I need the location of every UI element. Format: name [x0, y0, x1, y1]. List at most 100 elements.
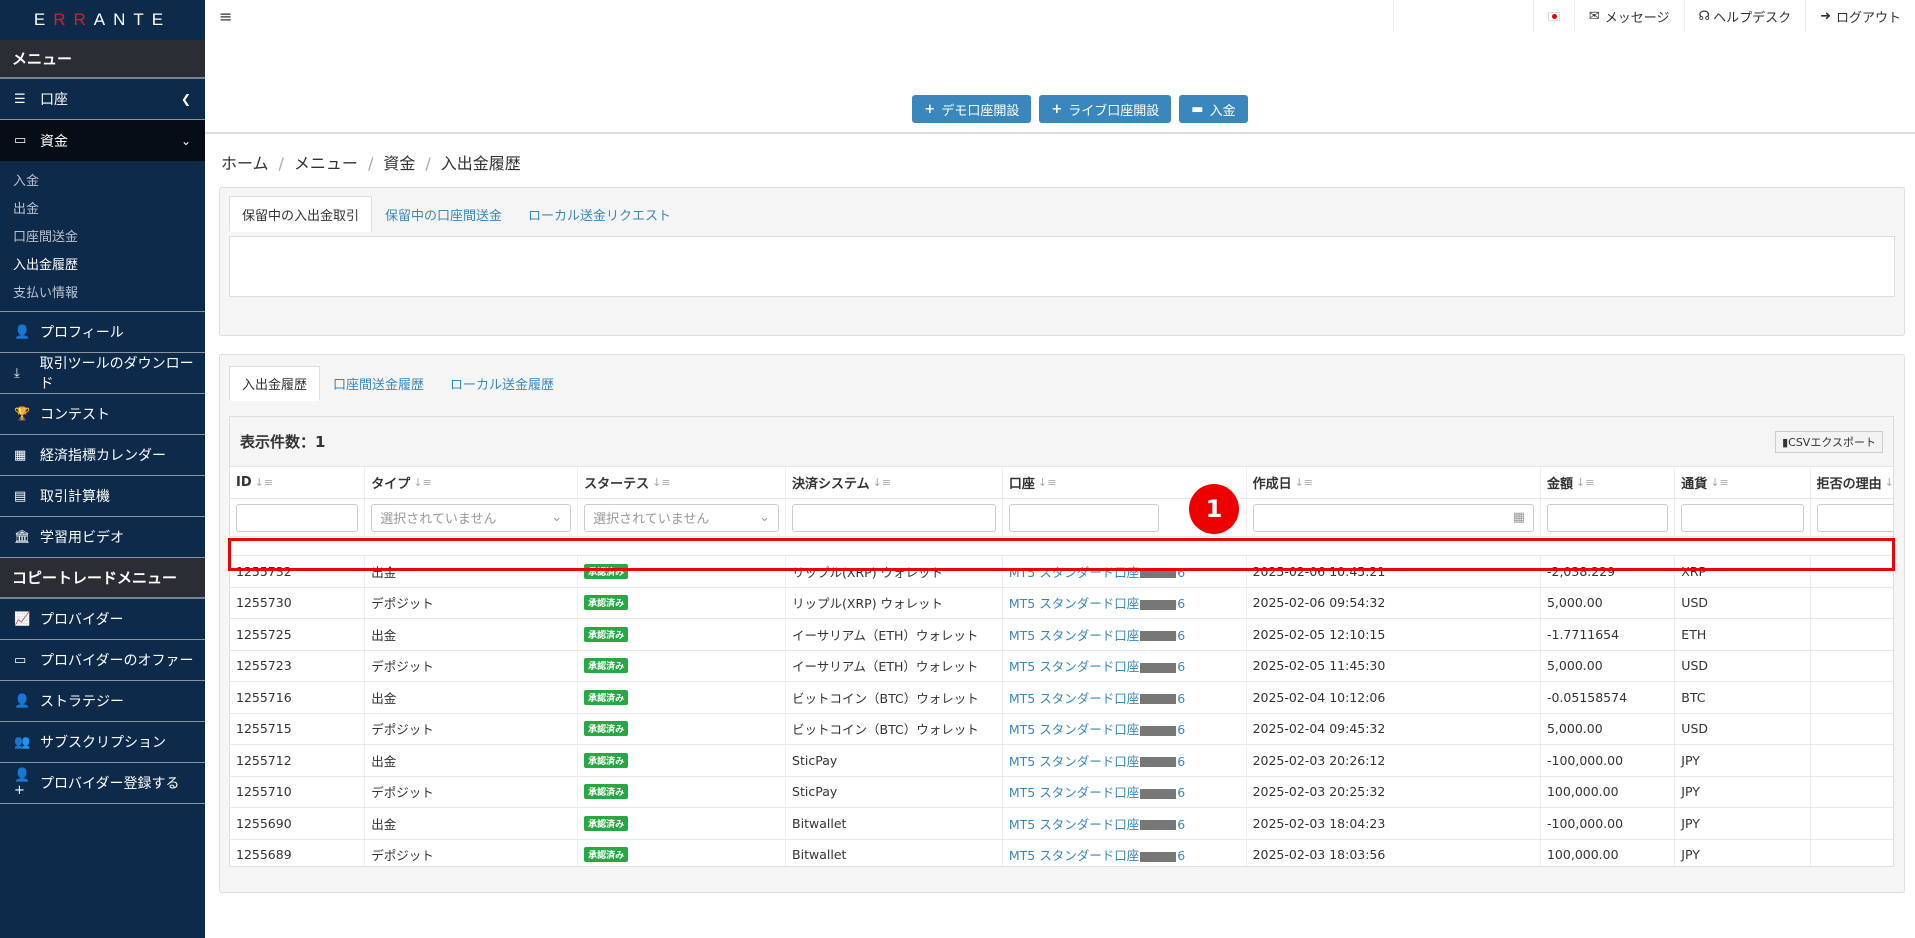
filter-input[interactable] [236, 503, 359, 532]
column-header[interactable]: タイプ ↓≡ [365, 467, 579, 498]
sidebar-item[interactable]: 👥 サブスクリプション [0, 722, 205, 763]
deposit-button[interactable]: ▬ 入金 [1179, 95, 1248, 123]
cell-5: 2025-02-04 09:45:32 [1247, 713, 1541, 744]
errante-logo[interactable]: E RR ANTE [0, 0, 205, 40]
table-row[interactable]: 1255712 出金 承認済み SticPay MT5 スタンダード口座 6 2025-02… [230, 745, 1893, 777]
value: 2025-02-04 10:12:06 [1252, 689, 1386, 705]
column-header[interactable]: 決済システム ↓≡ [786, 467, 1003, 498]
column-header[interactable]: 通貨 ↓≡ [1675, 467, 1811, 498]
crumb-menu[interactable]: メニュー [294, 154, 358, 173]
crumb-funds[interactable]: 資金 [383, 154, 415, 173]
cell-4[interactable]: MT5 スタンダード口座 6 [1003, 650, 1247, 681]
cell-4[interactable]: MT5 スタンダード口座 6 [1003, 839, 1247, 866]
account-link[interactable]: MT5 スタンダード口座 6 [1009, 688, 1185, 707]
table-row[interactable]: 1255732 出金 承認済み リップル(XRP) ウォレット MT5 スタンダード口座… [230, 556, 1893, 588]
sidebar-item[interactable]: 📈 プロバイダー [0, 599, 205, 640]
sidebar-item[interactable]: 👤+ プロバイダー登録する [0, 763, 205, 804]
cell-1: デポジット [365, 587, 579, 618]
table-row[interactable]: 1255730 デポジット 承認済み リップル(XRP) ウォレット MT5 スタンダー… [230, 587, 1893, 619]
table-row[interactable]: 1255716 出金 承認済み ビットコイン（BTC）ウォレット MT5 スタンダード口… [230, 682, 1893, 714]
account-link[interactable]: MT5 スタンダード口座 6 [1009, 656, 1185, 675]
account-link[interactable]: MT5 スタンダード口座 6 [1009, 751, 1185, 770]
cell-7: JPY [1675, 839, 1811, 866]
account-link[interactable]: MT5 スタンダード口座 6 [1009, 562, 1185, 581]
table-row[interactable]: 1255725 出金 承認済み イーサリアム（ETH）ウォレット MT5 スタンダード口… [230, 619, 1893, 651]
sidebar-item[interactable]: 🏆 コンテスト [0, 394, 205, 435]
sidebar-item[interactable]: ⤓ 取引ツールのダウンロード [0, 353, 205, 394]
table-row[interactable]: 1255723 デポジット 承認済み イーサリアム（ETH）ウォレット MT5 スタンダ… [230, 650, 1893, 682]
date-filter-input[interactable]: ▦ [1252, 503, 1534, 532]
open-live-account-button[interactable]: + ライブ口座開設 [1039, 95, 1172, 123]
sidebar-sub-transfer[interactable]: 口座間送金 [0, 221, 205, 249]
cell-4[interactable]: MT5 スタンダード口座 6 [1003, 682, 1247, 713]
column-header[interactable]: 金額 ↓≡ [1541, 467, 1676, 498]
table-row[interactable]: 1255689 デポジット 承認済み Bitwallet MT5 スタンダード口座 6 20… [230, 839, 1893, 866]
table-row[interactable]: 1255690 出金 承認済み Bitwallet MT5 スタンダード口座 6 2025-… [230, 808, 1893, 840]
flag-japan-icon[interactable] [1532, 0, 1574, 32]
tab-transaction-history[interactable]: 入出金履歴 [229, 366, 321, 401]
cell-4[interactable]: MT5 スタンダード口座 6 [1003, 556, 1247, 587]
cell-0: 1255689 [230, 839, 366, 866]
value: 1255716 [236, 689, 292, 705]
filter-input[interactable] [1681, 503, 1804, 532]
cell-3: Bitwallet [786, 839, 1003, 866]
tab-pending-transfers[interactable]: 保留中の口座間送金 [372, 196, 515, 232]
sidebar-item-account[interactable]: ☰ 口座 ❮ [0, 79, 205, 120]
logout-link[interactable]: ➜ ログアウト [1805, 0, 1915, 32]
sidebar-item[interactable]: 👤 プロフィール [0, 312, 205, 353]
filter-cell [1675, 499, 1811, 536]
filter-select[interactable]: 選択されていません ⌄ [584, 503, 780, 532]
filter-input[interactable] [1546, 503, 1669, 532]
sidebar-sub-deposit[interactable]: 入金 [0, 165, 205, 193]
account-link[interactable]: MT5 スタンダード口座 6 [1009, 625, 1185, 644]
sidebar-sub-withdraw[interactable]: 出金 [0, 193, 205, 221]
account-link[interactable]: MT5 スタンダード口座 6 [1009, 814, 1185, 833]
column-header[interactable]: ID ↓≡ [230, 467, 366, 498]
filter-input[interactable] [1816, 503, 1893, 532]
tab-pending-transactions[interactable]: 保留中の入出金取引 [229, 196, 373, 232]
column-header[interactable]: 作成日 ↓≡ [1247, 467, 1541, 498]
column-header[interactable]: 拒否の理由↓≡ [1811, 467, 1893, 498]
account-name: MT5 スタンダード口座 [1008, 690, 1140, 706]
sidebar-item[interactable]: ▤ 取引計算機 [0, 476, 205, 517]
filter-input[interactable] [792, 503, 996, 532]
label: サブスクリプション [40, 735, 166, 751]
table-row[interactable]: 1255715 デポジット 承認済み ビットコイン（BTC）ウォレット MT5 スタンダ… [230, 713, 1893, 745]
value: 出金 [371, 627, 397, 643]
hamburger-icon[interactable]: ≡ [205, 0, 246, 32]
open-demo-account-button[interactable]: + デモ口座開設 [912, 95, 1032, 123]
table-row[interactable]: 1255710 デポジット 承認済み SticPay MT5 スタンダード口座 6 2025… [230, 776, 1893, 808]
cell-4[interactable]: MT5 スタンダード口座 6 [1003, 587, 1247, 618]
sort-icon: ↓≡ [652, 476, 671, 489]
account-link[interactable]: MT5 スタンダード口座 6 [1009, 782, 1185, 801]
cell-0: 1255710 [230, 776, 366, 807]
cell-5: 2025-02-04 10:12:06 [1247, 682, 1541, 713]
crumb-home[interactable]: ホーム [221, 154, 269, 173]
filter-input[interactable] [1008, 503, 1159, 532]
tab-transfer-history[interactable]: 口座間送金履歴 [320, 366, 437, 401]
cell-4[interactable]: MT5 スタンダード口座 6 [1003, 808, 1247, 839]
filter-row: 選択されていません ⌄ 選択されていません ⌄ ▦ [230, 499, 1893, 537]
cell-8 [1811, 556, 1893, 587]
sidebar-item[interactable]: 👤 ストラテジー [0, 681, 205, 722]
sidebar-sub-history[interactable]: 入出金履歴 [0, 249, 205, 277]
cell-4[interactable]: MT5 スタンダード口座 6 [1003, 745, 1247, 776]
sidebar-sub-payment-info[interactable]: 支払い情報 [0, 277, 205, 305]
sidebar-item[interactable]: ▦ 経済指標カレンダー [0, 435, 205, 476]
tab-local-transfer-requests[interactable]: ローカル送金リクエスト [515, 196, 684, 232]
sidebar-item[interactable]: 🏛 学習用ビデオ [0, 517, 205, 558]
sidebar-item[interactable]: ▭ プロバイダーのオファー [0, 640, 205, 681]
cell-4[interactable]: MT5 スタンダード口座 6 [1003, 776, 1247, 807]
account-link[interactable]: MT5 スタンダード口座 6 [1009, 593, 1185, 612]
helpdesk-link[interactable]: ☊ ヘルプデスク [1683, 0, 1806, 32]
messages-link[interactable]: ✉ メッセージ [1573, 0, 1684, 32]
filter-select[interactable]: 選択されていません ⌄ [371, 503, 572, 532]
cell-4[interactable]: MT5 スタンダード口座 6 [1003, 619, 1247, 650]
csv-export-button[interactable]: ▮CSVエクスポート [1775, 430, 1883, 453]
cell-4[interactable]: MT5 スタンダード口座 6 [1003, 713, 1247, 744]
column-header[interactable]: スターテス ↓≡ [578, 467, 787, 498]
account-link[interactable]: MT5 スタンダード口座 6 [1009, 719, 1185, 738]
account-link[interactable]: MT5 スタンダード口座 6 [1009, 845, 1185, 864]
sidebar-item-funds[interactable]: ▭ 資金 ⌄ [0, 120, 205, 161]
tab-local-transfer-history[interactable]: ローカル送金履歴 [437, 366, 567, 401]
